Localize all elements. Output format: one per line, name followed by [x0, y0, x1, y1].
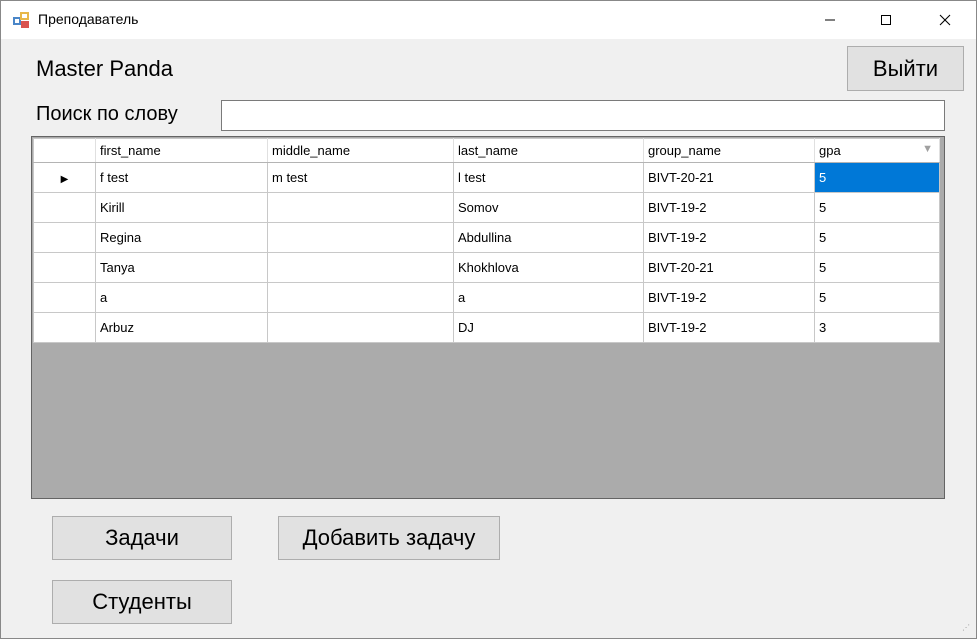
close-icon: [939, 14, 951, 26]
row-header[interactable]: [33, 222, 96, 253]
cell-group-name[interactable]: BIVT-19-2: [643, 312, 815, 343]
cell-group-name[interactable]: BIVT-19-2: [643, 222, 815, 253]
cell-last-name[interactable]: DJ: [453, 312, 644, 343]
row-header-corner[interactable]: [33, 138, 96, 163]
cell-gpa[interactable]: 3: [814, 312, 940, 343]
minimize-icon: [825, 19, 835, 21]
column-header-gpa-label: gpa: [819, 143, 841, 158]
cell-middle-name[interactable]: [267, 192, 454, 223]
cell-gpa[interactable]: 5: [814, 252, 940, 283]
cell-last-name[interactable]: Abdullina: [453, 222, 644, 253]
title-bar[interactable]: Преподаватель: [1, 1, 976, 39]
table-row[interactable]: Arbuz DJ BIVT-19-2 3: [33, 312, 940, 343]
cell-first-name[interactable]: Tanya: [95, 252, 268, 283]
tasks-button[interactable]: Задачи: [52, 516, 232, 560]
add-task-button[interactable]: Добавить задачу: [278, 516, 500, 560]
cell-first-name[interactable]: Arbuz: [95, 312, 268, 343]
row-header[interactable]: [33, 312, 96, 343]
exit-button[interactable]: Выйти: [847, 46, 964, 91]
cell-gpa[interactable]: 5: [814, 222, 940, 253]
cell-group-name[interactable]: BIVT-20-21: [643, 252, 815, 283]
students-grid[interactable]: first_name middle_name last_name group_n…: [31, 136, 945, 499]
cell-middle-name[interactable]: m test: [267, 162, 454, 193]
table-row[interactable]: Regina Abdullina BIVT-19-2 5: [33, 222, 940, 253]
search-label: Поиск по слову: [36, 103, 178, 125]
cell-first-name[interactable]: f test: [95, 162, 268, 193]
row-header[interactable]: [33, 252, 96, 283]
close-button[interactable]: [922, 1, 968, 39]
cell-first-name[interactable]: Regina: [95, 222, 268, 253]
table-header-row: first_name middle_name last_name group_n…: [33, 138, 940, 163]
students-button[interactable]: Студенты: [52, 580, 232, 624]
cell-middle-name[interactable]: [267, 312, 454, 343]
table-row[interactable]: Tanya Khokhlova BIVT-20-21 5: [33, 252, 940, 283]
cell-group-name[interactable]: BIVT-20-21: [643, 162, 815, 193]
cell-middle-name[interactable]: [267, 282, 454, 313]
cell-gpa[interactable]: 5: [814, 282, 940, 313]
minimize-button[interactable]: [807, 1, 853, 39]
students-table: first_name middle_name last_name group_n…: [33, 138, 940, 343]
column-header-last-name[interactable]: last_name: [453, 138, 644, 163]
column-header-gpa[interactable]: gpa ▼: [814, 138, 940, 163]
cell-middle-name[interactable]: [267, 222, 454, 253]
table-row[interactable]: Kirill Somov BIVT-19-2 5: [33, 192, 940, 223]
column-header-first-name[interactable]: first_name: [95, 138, 268, 163]
row-header[interactable]: [33, 282, 96, 313]
cell-middle-name[interactable]: [267, 252, 454, 283]
app-icon: [13, 12, 29, 28]
search-input[interactable]: [221, 100, 945, 131]
maximize-button[interactable]: [863, 1, 909, 39]
cell-first-name[interactable]: Kirill: [95, 192, 268, 223]
column-header-group-name[interactable]: group_name: [643, 138, 815, 163]
sort-descending-icon: ▼: [922, 143, 933, 155]
row-header[interactable]: ▶: [33, 162, 96, 193]
cell-last-name[interactable]: Somov: [453, 192, 644, 223]
table-row[interactable]: a a BIVT-19-2 5: [33, 282, 940, 313]
cell-last-name[interactable]: l test: [453, 162, 644, 193]
main-window: Преподаватель Master Panda Выйти Поиск п…: [0, 0, 977, 639]
maximize-icon: [881, 15, 891, 25]
resize-grip-icon[interactable]: ⋰: [962, 624, 972, 634]
table-row[interactable]: ▶ f test m test l test BIVT-20-21 5: [33, 162, 940, 193]
row-header[interactable]: [33, 192, 96, 223]
cell-gpa[interactable]: 5: [814, 162, 940, 193]
cell-last-name[interactable]: Khokhlova: [453, 252, 644, 283]
current-row-arrow-icon: ▶: [60, 174, 69, 185]
window-title: Преподаватель: [38, 11, 139, 27]
cell-last-name[interactable]: a: [453, 282, 644, 313]
cell-first-name[interactable]: a: [95, 282, 268, 313]
user-name-label: Master Panda: [36, 56, 173, 81]
cell-gpa[interactable]: 5: [814, 192, 940, 223]
cell-group-name[interactable]: BIVT-19-2: [643, 192, 815, 223]
column-header-middle-name[interactable]: middle_name: [267, 138, 454, 163]
cell-group-name[interactable]: BIVT-19-2: [643, 282, 815, 313]
